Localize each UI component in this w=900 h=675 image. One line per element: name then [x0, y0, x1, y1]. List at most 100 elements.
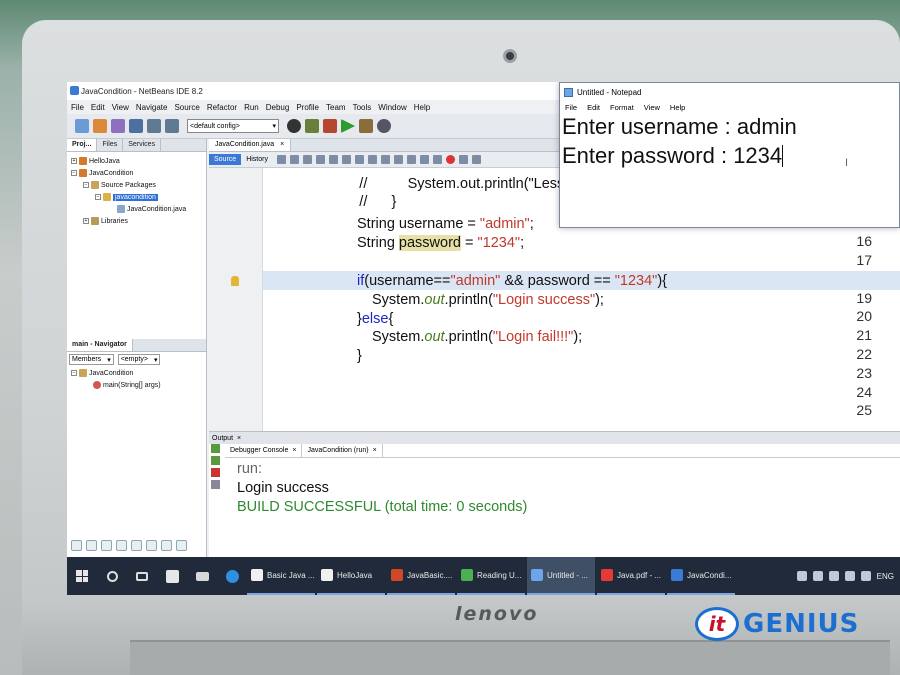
filter-nonpublic-icon[interactable] — [86, 540, 97, 551]
volume-icon[interactable] — [844, 571, 855, 581]
menu-item-view[interactable]: View — [112, 103, 129, 112]
notepad-text-area[interactable]: Enter username : admin Enter password : … — [560, 114, 899, 226]
taskbar-app[interactable]: Untitled - ... — [527, 557, 595, 595]
start-button[interactable] — [67, 557, 97, 595]
menu-item-tools[interactable]: Tools — [353, 103, 372, 112]
rerun-icon[interactable] — [211, 444, 220, 453]
search-button[interactable] — [97, 557, 127, 595]
profile-icon[interactable] — [377, 119, 391, 133]
task-view-button[interactable] — [127, 557, 157, 595]
start-macro-icon[interactable] — [445, 155, 455, 164]
filter-static-icon[interactable] — [101, 540, 112, 551]
notepad-menu-item-edit[interactable]: Edit — [587, 103, 600, 112]
tree-node[interactable]: + Libraries — [67, 215, 206, 227]
notepad-menu-item-help[interactable]: Help — [670, 103, 685, 112]
taskbar-app[interactable]: JavaBasic.... — [387, 557, 455, 595]
menu-item-run[interactable]: Run — [244, 103, 259, 112]
collapse-toggle-icon[interactable]: − — [71, 370, 77, 376]
undo-icon[interactable] — [147, 119, 161, 133]
new-project-icon[interactable] — [75, 119, 89, 133]
sort-source-icon[interactable] — [161, 540, 172, 551]
menu-item-navigate[interactable]: Navigate — [136, 103, 168, 112]
tree-node[interactable]: + HelloJava — [67, 155, 206, 167]
filter-inner-icon[interactable] — [116, 540, 127, 551]
close-icon[interactable]: × — [292, 447, 296, 454]
last-edit-icon[interactable] — [276, 155, 286, 164]
stop-icon[interactable] — [211, 468, 220, 477]
menu-item-refactor[interactable]: Refactor — [207, 103, 237, 112]
chevron-up-icon[interactable] — [812, 571, 823, 581]
tree-node[interactable]: JavaCondition.java — [67, 203, 206, 215]
menu-item-source[interactable]: Source — [174, 103, 199, 112]
tree-node[interactable]: − JavaCondition — [67, 167, 206, 179]
store-button[interactable] — [157, 557, 187, 595]
new-file-icon[interactable] — [93, 119, 107, 133]
filter-fields-icon[interactable] — [71, 540, 82, 551]
toggle-rect-icon[interactable] — [367, 155, 377, 164]
filter-select[interactable]: <empty> ▾ — [117, 354, 161, 365]
sort-name-icon[interactable] — [146, 540, 157, 551]
debug-icon[interactable] — [359, 119, 373, 133]
lightbulb-icon[interactable] — [231, 276, 239, 286]
prev-bookmark-icon[interactable] — [380, 155, 390, 164]
find-prev-icon[interactable] — [328, 155, 338, 164]
source-tab[interactable]: Source — [209, 154, 242, 165]
shift-left-icon[interactable] — [419, 155, 429, 164]
tab-projects[interactable]: Proj... — [67, 139, 98, 151]
tree-node[interactable]: − javacondition — [67, 191, 206, 203]
taskbar-app[interactable]: Java.pdf - ... — [597, 557, 665, 595]
navigator-item[interactable]: − JavaCondition — [67, 367, 206, 379]
tab-files[interactable]: Files — [97, 139, 124, 151]
navigator-item[interactable]: main(String[] args) — [67, 379, 206, 391]
close-icon[interactable]: × — [280, 141, 284, 149]
edge-button[interactable] — [217, 557, 247, 595]
tab-debugger-console[interactable]: Debugger Console × — [225, 444, 303, 457]
notepad-menu-item-format[interactable]: Format — [610, 103, 634, 112]
stop-macro-icon[interactable] — [458, 155, 468, 164]
next-bookmark-icon[interactable] — [393, 155, 403, 164]
redo-icon[interactable] — [165, 119, 179, 133]
run-icon[interactable] — [341, 119, 355, 133]
output-title[interactable]: Output — [212, 435, 233, 442]
action-center-icon[interactable] — [860, 571, 871, 581]
tree-node[interactable]: − Source Packages — [67, 179, 206, 191]
back-icon[interactable] — [289, 155, 299, 164]
people-icon[interactable] — [796, 571, 807, 581]
find-next-icon[interactable] — [341, 155, 351, 164]
open-project-icon[interactable] — [111, 119, 125, 133]
history-tab[interactable]: History — [241, 154, 273, 165]
taskbar-app[interactable]: Basic Java ... — [247, 557, 315, 595]
notepad-menu-item-view[interactable]: View — [644, 103, 660, 112]
editor-tab[interactable]: JavaCondition.java × — [209, 139, 292, 151]
taskbar-app[interactable]: HelloJava — [317, 557, 385, 595]
filter-inherited-icon[interactable] — [131, 540, 142, 551]
menu-item-debug[interactable]: Debug — [266, 103, 290, 112]
menu-item-edit[interactable]: Edit — [91, 103, 105, 112]
expand-toggle-icon[interactable]: + — [83, 218, 89, 224]
javadoc-icon[interactable] — [176, 540, 187, 551]
language-indicator[interactable]: ENG — [877, 572, 894, 581]
taskbar-app[interactable]: JavaCondi... — [667, 557, 735, 595]
mail-button[interactable] — [187, 557, 217, 595]
expand-toggle-icon[interactable]: + — [71, 158, 77, 164]
network-icon[interactable] — [828, 571, 839, 581]
expand-toggle-icon[interactable]: − — [95, 194, 101, 200]
find-icon[interactable] — [315, 155, 325, 164]
tab-run-output[interactable]: JavaCondition (run) × — [302, 444, 383, 457]
taskbar-app[interactable]: Reading U... — [457, 557, 525, 595]
target-icon[interactable] — [287, 119, 301, 133]
menu-item-profile[interactable]: Profile — [296, 103, 319, 112]
build-icon[interactable] — [305, 119, 319, 133]
expand-toggle-icon[interactable]: − — [71, 170, 77, 176]
clean-build-icon[interactable] — [323, 119, 337, 133]
toggle-bookmark-icon[interactable] — [406, 155, 416, 164]
settings-icon[interactable] — [211, 480, 220, 489]
tab-services[interactable]: Services — [123, 139, 162, 151]
menu-item-window[interactable]: Window — [378, 103, 406, 112]
rerun-params-icon[interactable] — [211, 456, 220, 465]
toggle-highlight-icon[interactable] — [354, 155, 364, 164]
shift-right-icon[interactable] — [432, 155, 442, 164]
comment-icon[interactable] — [471, 155, 481, 164]
menu-item-team[interactable]: Team — [326, 103, 346, 112]
members-select[interactable]: Members ▾ — [69, 354, 114, 365]
